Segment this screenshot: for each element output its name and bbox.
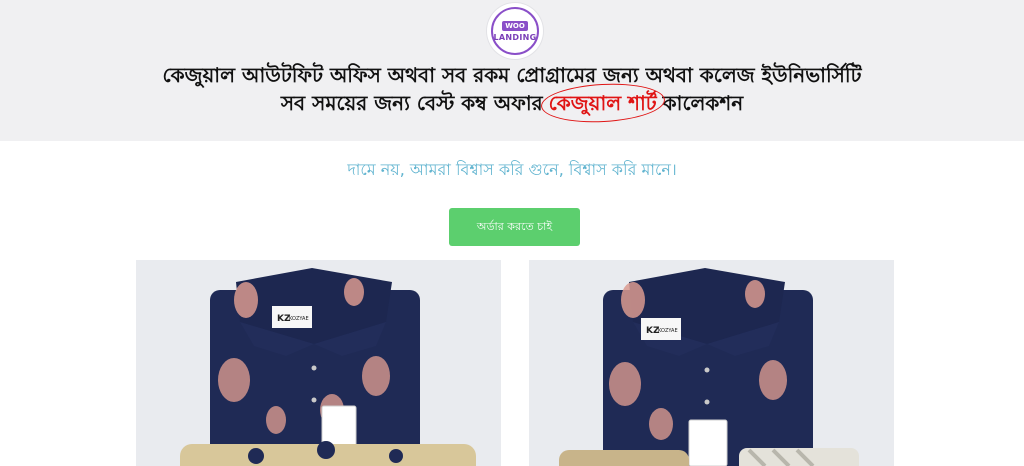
headline-highlight-text: কেজুয়াল শার্ট	[548, 91, 657, 115]
site-logo[interactable]: WOO LANDING	[487, 3, 543, 59]
hero-header: WOO LANDING কেজুয়াল আউটফিট অফিস অথবা সব…	[0, 0, 1024, 141]
hang-tag	[688, 419, 728, 466]
shirt-photo-1: KZ KOZYAE	[136, 260, 501, 466]
shirt-photo-2: KZ KOZYAE	[529, 260, 894, 466]
headline-line-2: সব সময়ের জন্য বেস্ট কম্ব অফার কেজুয়াল শ…	[0, 80, 1024, 126]
logo-badge: WOO LANDING	[491, 7, 539, 55]
shirt-label-brand: KOZYAE	[289, 316, 309, 322]
headline-highlight: কেজুয়াল শার্ট	[539, 80, 666, 126]
headline-line-1: কেজুয়াল আউটফিট অফিস অথবা সব রকম প্রোগ্র…	[162, 63, 862, 87]
logo-landing-text: LANDING	[493, 32, 537, 42]
tagline: দামে নয়, আমরা বিশ্বাস করি গুনে, বিশ্বাস…	[347, 160, 677, 179]
headline-line-2-start: সব সময়ের জন্য বেস্ট কম্ব অফার	[280, 91, 543, 115]
shirt-label-brand: KOZYAE	[658, 328, 678, 334]
headline-line-2-end: কালেকশন	[662, 91, 744, 115]
order-button[interactable]: অর্ডার করতে চাই	[449, 208, 580, 246]
logo-woo-text: WOO	[502, 20, 528, 31]
product-image-2[interactable]: KZ KOZYAE	[529, 260, 894, 466]
product-image-1[interactable]: KZ KOZYAE	[136, 260, 501, 466]
